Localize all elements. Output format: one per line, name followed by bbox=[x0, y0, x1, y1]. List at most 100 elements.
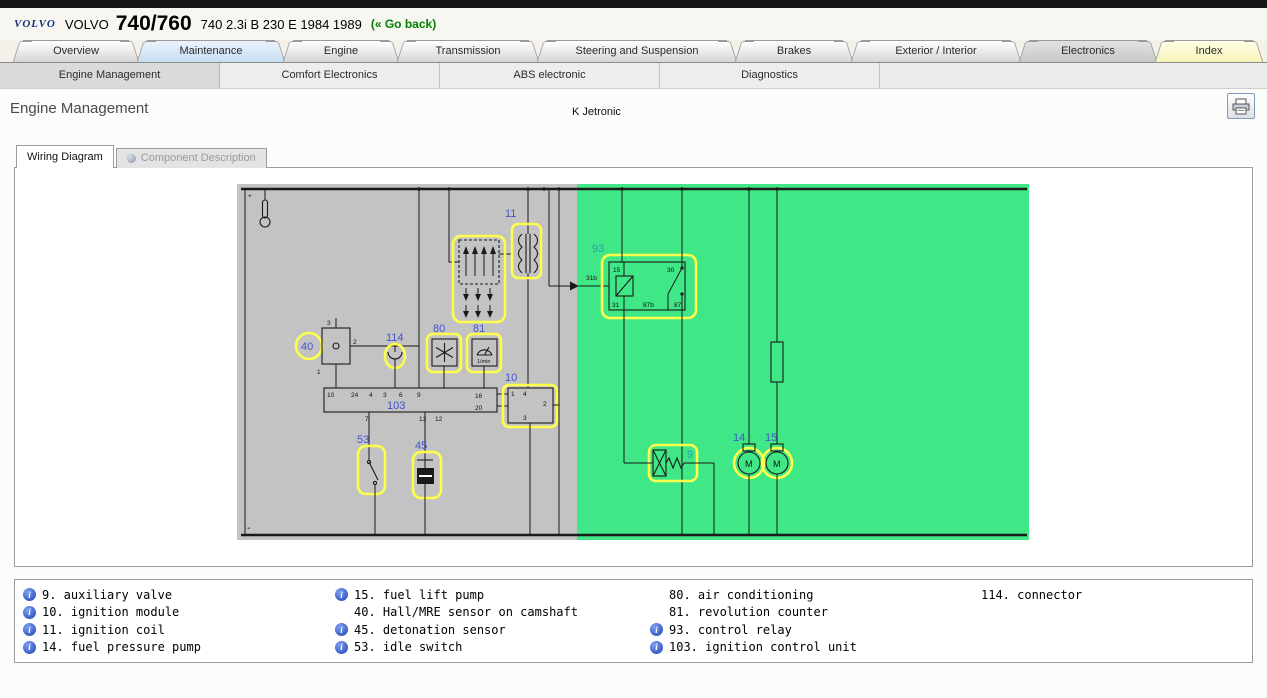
legend-item-label: 45. detonation sensor bbox=[354, 623, 506, 637]
tab-index[interactable]: Index bbox=[1165, 40, 1253, 62]
legend-item-45: i 45. detonation sensor bbox=[335, 621, 650, 639]
legend-item-label: 114. connector bbox=[981, 588, 1082, 602]
diagram-panel: + - bbox=[14, 167, 1253, 567]
tab-steering-and-suspension[interactable]: Steering and Suspension bbox=[547, 40, 727, 62]
header: VOLVO VOLVO 740/760 740 2.3i B 230 E 198… bbox=[0, 8, 1267, 40]
svg-text:1: 1 bbox=[511, 391, 515, 398]
legend-panel: i 9. auxiliary valve i 10. ignition modu… bbox=[14, 579, 1253, 663]
go-back-link[interactable]: (« Go back) bbox=[371, 17, 436, 31]
svg-text:+: + bbox=[248, 193, 252, 200]
svg-text:3: 3 bbox=[523, 415, 527, 422]
info-icon[interactable]: i bbox=[335, 623, 348, 636]
main-content: Engine Management K Jetronic Wiring Diag… bbox=[0, 89, 1267, 698]
svg-text:14: 14 bbox=[733, 432, 745, 444]
subtab-diagnostics[interactable]: Diagnostics bbox=[660, 63, 880, 88]
legend-item-103: i 103. ignition control unit bbox=[650, 639, 962, 657]
legend-item-53: i 53. idle switch bbox=[335, 639, 650, 657]
tab-electronics[interactable]: Electronics bbox=[1029, 40, 1147, 62]
model-title: 740/760 bbox=[116, 12, 192, 36]
legend-column-4: 114. connector bbox=[962, 586, 1082, 656]
legend-item-label: 14. fuel pressure pump bbox=[42, 640, 201, 654]
svg-text:11: 11 bbox=[505, 208, 516, 220]
legend-item-label: 10. ignition module bbox=[42, 605, 179, 619]
svg-text:80: 80 bbox=[433, 323, 445, 335]
svg-text:87b: 87b bbox=[643, 302, 654, 309]
tab-transmission[interactable]: Transmission bbox=[407, 40, 529, 62]
svg-text:31: 31 bbox=[612, 302, 620, 309]
svg-text:6: 6 bbox=[399, 392, 403, 399]
tab-overview[interactable]: Overview bbox=[23, 40, 129, 62]
svg-text:16: 16 bbox=[475, 393, 483, 400]
svg-text:15: 15 bbox=[613, 267, 621, 274]
legend-item-93: i 93. control relay bbox=[650, 621, 962, 639]
legend-item-14: i 14. fuel pressure pump bbox=[23, 639, 335, 657]
svg-text:87: 87 bbox=[674, 302, 682, 309]
svg-text:81: 81 bbox=[473, 323, 485, 335]
brand-text: VOLVO bbox=[65, 17, 109, 32]
legend-column-1: i 9. auxiliary valve i 10. ignition modu… bbox=[23, 586, 335, 656]
print-button[interactable] bbox=[1227, 93, 1255, 119]
svg-text:1: 1 bbox=[317, 369, 321, 376]
svg-text:9: 9 bbox=[687, 449, 693, 461]
legend-item-10: i 10. ignition module bbox=[23, 604, 335, 622]
legend-item-15: i 15. fuel lift pump bbox=[335, 586, 650, 604]
legend-item-40: 40. Hall/MRE sensor on camshaft bbox=[335, 604, 650, 622]
svg-text:M: M bbox=[773, 459, 781, 469]
info-icon[interactable]: i bbox=[23, 623, 36, 636]
info-icon[interactable]: i bbox=[23, 588, 36, 601]
svg-text:45: 45 bbox=[415, 440, 427, 452]
window-chrome-strip bbox=[0, 0, 1267, 8]
tab-wiring-diagram[interactable]: Wiring Diagram bbox=[16, 145, 114, 168]
system-label: K Jetronic bbox=[572, 106, 621, 118]
tab-component-description[interactable]: Component Description bbox=[116, 148, 267, 168]
sub-tab-bar: Engine Management Comfort Electronics AB… bbox=[0, 63, 1267, 89]
page-title: Engine Management bbox=[10, 100, 148, 117]
svg-text:7: 7 bbox=[365, 416, 369, 423]
info-icon[interactable]: i bbox=[335, 641, 348, 654]
legend-item-label: 9. auxiliary valve bbox=[42, 588, 172, 602]
svg-text:2: 2 bbox=[543, 401, 547, 408]
viewer-tab-bar: Wiring Diagram Component Description bbox=[16, 145, 1267, 168]
svg-text:4: 4 bbox=[523, 391, 527, 398]
svg-text:40: 40 bbox=[301, 341, 313, 353]
svg-text:93: 93 bbox=[592, 243, 604, 255]
svg-text:4: 4 bbox=[369, 392, 373, 399]
svg-text:2: 2 bbox=[353, 339, 357, 346]
svg-text:10: 10 bbox=[327, 392, 335, 399]
model-variant: 740 2.3i B 230 E 1984 1989 bbox=[201, 17, 362, 32]
subtab-comfort-electronics[interactable]: Comfort Electronics bbox=[220, 63, 440, 88]
legend-item-9: i 9. auxiliary valve bbox=[23, 586, 335, 604]
main-tab-bar: Overview Maintenance Engine Transmission… bbox=[0, 40, 1267, 63]
legend-item-label: 81. revolution counter bbox=[669, 605, 828, 619]
legend-item-label: 11. ignition coil bbox=[42, 623, 165, 637]
tab-brakes[interactable]: Brakes bbox=[745, 40, 843, 62]
svg-text:12: 12 bbox=[435, 416, 443, 423]
legend-item-11: i 11. ignition coil bbox=[23, 621, 335, 639]
svg-text:M: M bbox=[745, 459, 753, 469]
legend-column-2: i 15. fuel lift pump 40. Hall/MRE sensor… bbox=[335, 586, 650, 656]
legend-column-3: 80. air conditioning 81. revolution coun… bbox=[650, 586, 962, 656]
info-icon[interactable]: i bbox=[650, 623, 663, 636]
tab-engine[interactable]: Engine bbox=[293, 40, 389, 62]
legend-item-label: 53. idle switch bbox=[354, 640, 462, 654]
wiring-diagram[interactable]: + - bbox=[237, 184, 1029, 540]
svg-text:9: 9 bbox=[417, 392, 421, 399]
svg-text:31b: 31b bbox=[586, 275, 597, 282]
info-icon[interactable]: i bbox=[335, 588, 348, 601]
info-icon[interactable]: i bbox=[650, 641, 663, 654]
legend-item-label: 80. air conditioning bbox=[669, 588, 814, 602]
disabled-dot-icon bbox=[127, 154, 136, 163]
info-icon[interactable]: i bbox=[23, 606, 36, 619]
app-window: VOLVO VOLVO 740/760 740 2.3i B 230 E 198… bbox=[0, 0, 1267, 674]
tab-exterior-interior[interactable]: Exterior / Interior bbox=[861, 40, 1011, 62]
info-icon[interactable]: i bbox=[23, 641, 36, 654]
legend-item-114: 114. connector bbox=[962, 586, 1082, 604]
legend-item-label: 15. fuel lift pump bbox=[354, 588, 484, 602]
tab-maintenance[interactable]: Maintenance bbox=[147, 40, 275, 62]
svg-text:10: 10 bbox=[505, 372, 517, 384]
legend-item-label: 40. Hall/MRE sensor on camshaft bbox=[354, 605, 578, 619]
subtab-abs-electronic[interactable]: ABS electronic bbox=[440, 63, 660, 88]
svg-text:30: 30 bbox=[667, 267, 675, 274]
subtab-engine-management[interactable]: Engine Management bbox=[0, 63, 220, 88]
svg-text:15: 15 bbox=[765, 432, 777, 444]
